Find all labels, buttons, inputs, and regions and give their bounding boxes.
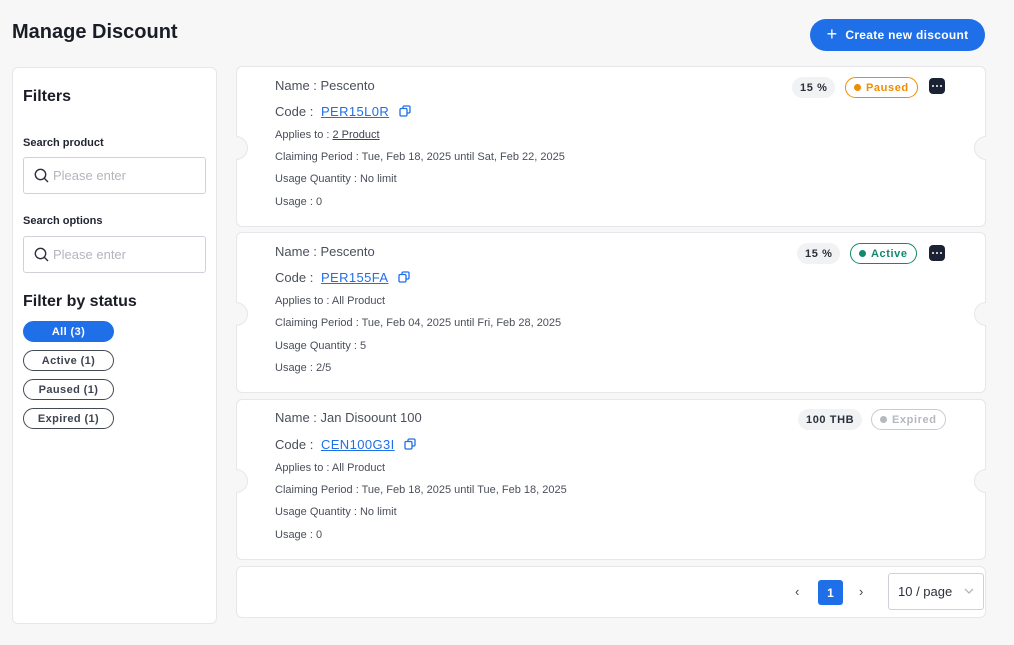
discount-code-row: Code : PER155FA — [275, 270, 410, 285]
usage-quantity: Usage Quantity : No limit — [275, 506, 397, 518]
filter-by-status-title: Filter by status — [23, 293, 137, 310]
applies-value: All Product — [331, 462, 386, 474]
discount-value-badge: 100 THB — [798, 409, 863, 430]
page-number-button[interactable]: 1 — [818, 580, 843, 605]
status-filter-active[interactable]: Active (1) — [23, 350, 114, 371]
card-notch — [974, 136, 986, 160]
page-size-select[interactable]: 10 / page — [888, 573, 984, 610]
applies-label: Applies to : — [275, 295, 330, 307]
card-notch — [236, 302, 248, 326]
create-discount-label: Create new discount — [845, 28, 969, 42]
search-options-label: Search options — [23, 215, 103, 227]
status-badge-label: Expired — [892, 413, 937, 426]
card-notch — [974, 469, 986, 493]
status-badge: Paused — [845, 77, 918, 98]
usage: Usage : 0 — [275, 196, 323, 208]
applies-row: Applies to : All Product — [275, 462, 385, 474]
status-dot-icon — [859, 250, 866, 257]
discount-code-row: Code : CEN100G3I — [275, 437, 416, 452]
usage: Usage : 2/5 — [275, 362, 332, 374]
usage-quantity: Usage Quantity : No limit — [275, 173, 397, 185]
filters-panel: Filters Search product Search options Fi… — [12, 67, 217, 624]
usage-quantity: Usage Quantity : 5 — [275, 340, 367, 352]
discount-code-link[interactable]: PER15L0R — [321, 104, 389, 119]
status-filter-paused[interactable]: Paused (1) — [23, 379, 114, 400]
discount-code-row: Code : PER15L0R — [275, 104, 411, 119]
applies-value: All Product — [331, 295, 386, 307]
discount-name: Name : Jan Disoount 100 — [275, 410, 422, 425]
more-options-button[interactable] — [929, 245, 945, 261]
applies-label: Applies to : — [275, 129, 330, 141]
claiming-period: Claiming Period : Tue, Feb 18, 2025 unti… — [275, 151, 565, 163]
discount-card: Name : Pescento Code : PER155FA Applies … — [236, 232, 986, 393]
claiming-period: Claiming Period : Tue, Feb 18, 2025 unti… — [275, 484, 567, 496]
status-badge: Expired — [871, 409, 946, 430]
more-dots-icon — [932, 85, 934, 87]
status-badge-label: Paused — [866, 81, 909, 94]
page-size-value: 10 / page — [898, 584, 953, 599]
next-page-icon[interactable]: › — [859, 584, 863, 599]
more-dots-icon — [940, 252, 942, 254]
search-icon — [34, 247, 49, 262]
copy-icon[interactable] — [399, 105, 411, 117]
create-discount-button[interactable]: + Create new discount — [810, 19, 985, 51]
more-dots-icon — [940, 85, 942, 87]
discount-value-badge: 15 % — [797, 243, 841, 264]
search-product-input[interactable] — [53, 168, 193, 183]
search-icon — [34, 168, 49, 183]
discount-card: Name : Jan Disoount 100 Code : CEN100G3I… — [236, 399, 986, 560]
status-dot-icon — [854, 84, 861, 91]
applies-row: Applies to : 2 Product — [275, 129, 380, 141]
applies-row: Applies to : All Product — [275, 295, 385, 307]
discount-name: Name : Pescento — [275, 244, 375, 259]
chevron-down-icon — [964, 588, 974, 594]
usage: Usage : 0 — [275, 529, 323, 541]
search-options-input[interactable] — [53, 247, 193, 262]
code-label: Code : — [275, 270, 314, 285]
discount-card: Name : Pescento Code : PER15L0R Applies … — [236, 66, 986, 227]
more-dots-icon — [936, 85, 938, 87]
status-badge: Active — [850, 243, 917, 264]
pagination-bar: ‹ 1 › 10 / page — [236, 566, 986, 618]
discount-code-link[interactable]: PER155FA — [321, 270, 389, 285]
code-label: Code : — [275, 104, 314, 119]
card-notch — [236, 469, 248, 493]
search-product-field[interactable] — [23, 157, 206, 194]
prev-page-icon[interactable]: ‹ — [795, 584, 799, 599]
filters-title: Filters — [23, 88, 72, 105]
status-filter-all[interactable]: All (3) — [23, 321, 114, 342]
page-title: Manage Discount — [12, 21, 178, 43]
plus-icon: + — [826, 24, 838, 44]
code-label: Code : — [275, 437, 314, 452]
search-product-label: Search product — [23, 137, 104, 149]
more-dots-icon — [932, 252, 934, 254]
discount-code-link[interactable]: CEN100G3I — [321, 437, 395, 452]
status-badge-label: Active — [871, 247, 908, 260]
copy-icon[interactable] — [404, 438, 416, 450]
status-filter-expired[interactable]: Expired (1) — [23, 408, 114, 429]
claiming-period: Claiming Period : Tue, Feb 04, 2025 unti… — [275, 317, 562, 329]
copy-icon[interactable] — [398, 271, 410, 283]
discount-name: Name : Pescento — [275, 78, 375, 93]
status-dot-icon — [880, 416, 887, 423]
search-options-field[interactable] — [23, 236, 206, 273]
card-notch — [974, 302, 986, 326]
more-options-button[interactable] — [929, 78, 945, 94]
applies-link[interactable]: 2 Product — [332, 129, 379, 141]
card-notch — [236, 136, 248, 160]
discount-value-badge: 15 % — [792, 77, 836, 98]
applies-label: Applies to : — [275, 462, 330, 474]
more-dots-icon — [936, 252, 938, 254]
